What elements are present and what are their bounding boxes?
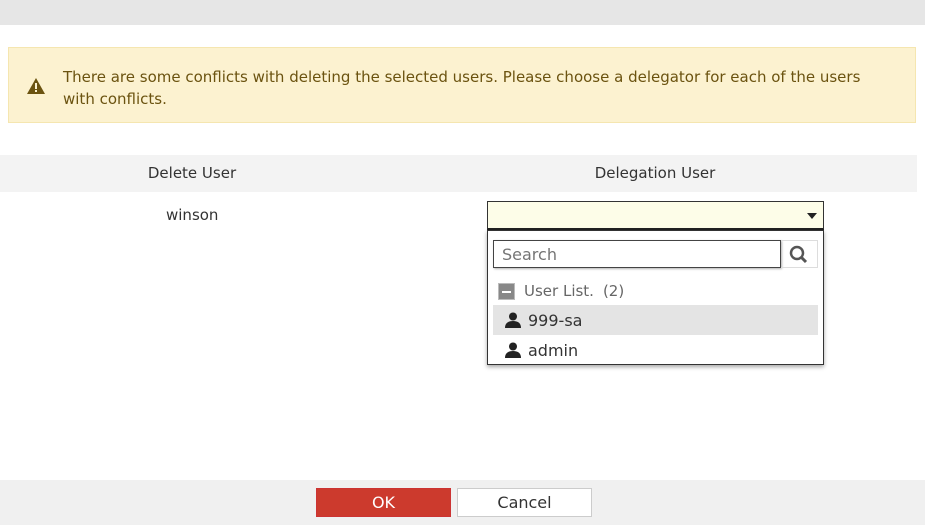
group-count: (2) <box>602 282 625 300</box>
delegation-dropdown: User List. (2) 999-sa admin <box>487 230 824 365</box>
list-item[interactable]: 999-sa <box>493 305 818 335</box>
delegation-user-select[interactable] <box>487 201 824 230</box>
ok-button[interactable]: OK <box>316 488 451 517</box>
search-input[interactable] <box>493 240 781 268</box>
item-label: 999-sa <box>528 310 583 330</box>
search-icon <box>789 245 808 264</box>
list-item[interactable]: admin <box>493 335 818 365</box>
user-icon <box>505 342 521 358</box>
cancel-button[interactable]: Cancel <box>457 488 592 517</box>
group-label: User List. <box>524 282 594 300</box>
top-bar <box>0 0 925 25</box>
header-delete-user: Delete User <box>147 164 237 182</box>
search-button[interactable] <box>781 240 818 268</box>
warning-icon <box>27 78 45 94</box>
chevron-down-icon <box>807 213 817 219</box>
delete-user-cell: winson <box>166 206 219 224</box>
item-label: admin <box>528 340 579 360</box>
table-header: Delete User Delegation User <box>0 155 917 192</box>
user-icon <box>505 312 521 328</box>
alert-message: There are some conflicts with deleting t… <box>63 68 861 108</box>
conflict-alert: There are some conflicts with deleting t… <box>8 47 916 123</box>
user-list-group[interactable]: User List. (2) <box>498 282 624 300</box>
dialog-footer: OK Cancel <box>0 480 925 525</box>
header-delegation-user: Delegation User <box>594 164 716 182</box>
collapse-icon[interactable] <box>498 282 515 300</box>
